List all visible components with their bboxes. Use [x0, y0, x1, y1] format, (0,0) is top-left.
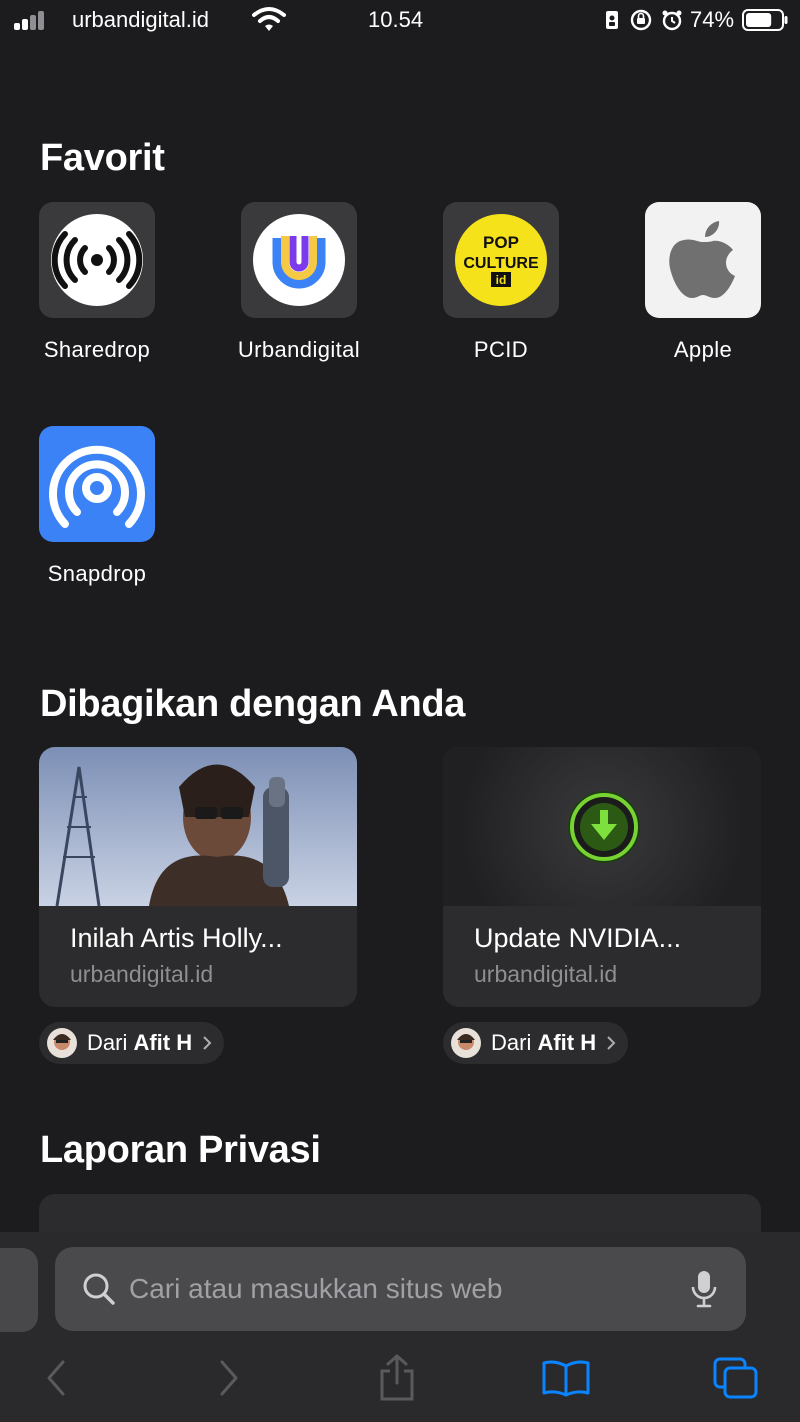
carrier-name: urbandigital.id [72, 7, 209, 32]
favorite-label: Apple [673, 337, 733, 362]
article-title: Update NVIDIA... [474, 923, 682, 953]
favorite-tile[interactable] [39, 202, 155, 318]
bookmarks-button[interactable] [540, 1352, 592, 1404]
favorites-title: Favorit [40, 137, 165, 179]
bookmarks-icon [542, 1360, 590, 1397]
article-site: urbandigital.id [474, 961, 618, 987]
shared-from-label: Dari Afit H [87, 1030, 193, 1055]
svg-text:POP: POP [483, 233, 519, 252]
battery-icon [742, 9, 788, 31]
svg-text:id: id [496, 273, 507, 287]
favorite-label: PCID [473, 337, 529, 362]
favorite-label: Sharedrop [43, 337, 151, 362]
clock: 10.54 [368, 7, 424, 32]
apple-icon [669, 221, 735, 298]
tabs-icon [713, 1357, 758, 1399]
battery-percent: 74% [690, 7, 735, 32]
favorite-pcid[interactable]: POP CULTURE id PCID [421, 202, 581, 363]
signal-icon [14, 10, 48, 30]
favorite-tile[interactable] [645, 202, 761, 318]
avatar [451, 1028, 481, 1058]
sharedrop-icon [51, 214, 143, 306]
shared-from-button[interactable]: Dari Afit H [39, 1022, 225, 1064]
shared-from-label: Dari Afit H [491, 1030, 597, 1055]
status-icons [606, 9, 682, 31]
privacy-title: Laporan Privasi [40, 1129, 321, 1171]
download-icon [568, 791, 640, 863]
article-title: Inilah Artis Holly... [70, 923, 283, 953]
back-button[interactable] [30, 1352, 82, 1404]
back-icon [47, 1360, 65, 1396]
favorite-urbandigital[interactable]: Urbandigital [219, 202, 379, 363]
shared-title: Dibagikan dengan Anda [40, 683, 466, 725]
urbandigital-icon [253, 214, 345, 306]
shared-card[interactable]: Update NVIDIA... urbandigital.id [443, 747, 761, 1007]
favorite-label: Snapdrop [47, 561, 147, 586]
favorite-tile[interactable] [241, 202, 357, 318]
snapdrop-icon [49, 445, 145, 528]
previous-tab-preview[interactable] [0, 1248, 38, 1332]
avatar [47, 1028, 77, 1058]
shared-from-button[interactable]: Dari Afit H [443, 1022, 629, 1064]
chevron-right-icon [607, 1036, 616, 1050]
svg-text:CULTURE: CULTURE [463, 255, 539, 272]
search-bar[interactable]: Cari atau masukkan situs web [55, 1247, 746, 1331]
share-button[interactable] [371, 1352, 423, 1404]
favorite-snapdrop[interactable]: Snapdrop [17, 426, 177, 587]
alarm-icon [662, 10, 682, 31]
chevron-right-icon [203, 1036, 212, 1050]
favorite-label: Urbandigital [237, 337, 361, 362]
orientation-lock-icon [630, 9, 652, 31]
bottom-bar: Cari atau masukkan situs web [0, 1232, 800, 1422]
status-bar: urbandigital.id 10.54 74% [0, 0, 800, 44]
sim-icon [606, 11, 618, 29]
article-thumbnail [39, 747, 357, 906]
microphone-icon[interactable] [689, 1269, 719, 1309]
search-placeholder: Cari atau masukkan situs web [129, 1273, 503, 1304]
popculture-icon: POP CULTURE id [455, 214, 547, 306]
shared-card[interactable]: Inilah Artis Holly... urbandigital.id [39, 747, 357, 1007]
forward-icon [220, 1360, 238, 1396]
favorite-tile[interactable]: POP CULTURE id [443, 202, 559, 318]
favorite-apple[interactable]: Apple [623, 202, 783, 363]
favorite-tile[interactable] [39, 426, 155, 542]
share-icon [380, 1354, 414, 1401]
wifi-icon [252, 7, 286, 31]
search-icon [83, 1273, 115, 1305]
article-thumbnail [443, 747, 761, 906]
article-site: urbandigital.id [70, 961, 214, 987]
tabs-button[interactable] [710, 1352, 762, 1404]
forward-button[interactable] [203, 1352, 255, 1404]
favorite-sharedrop[interactable]: Sharedrop [17, 202, 177, 363]
